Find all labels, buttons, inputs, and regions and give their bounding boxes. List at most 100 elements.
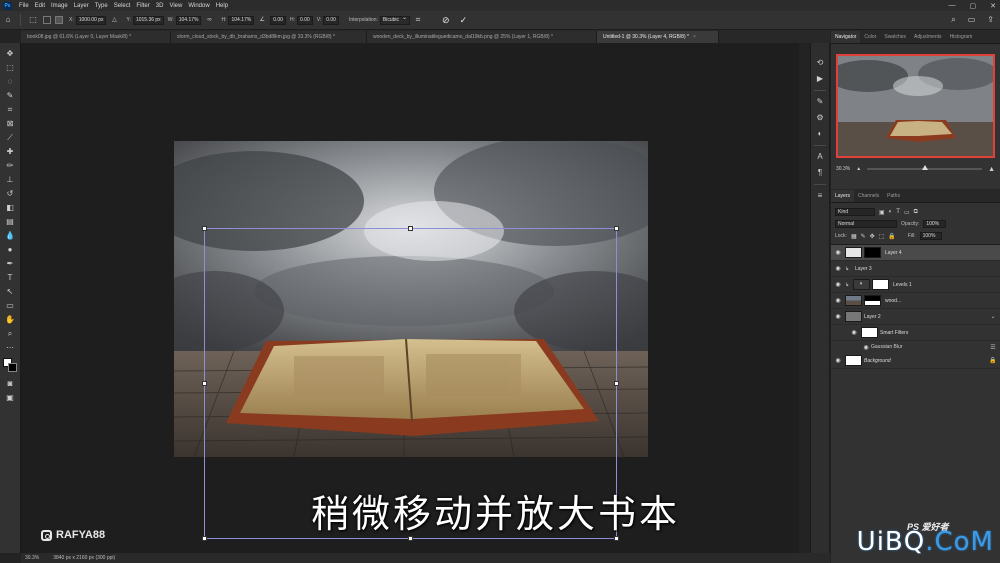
tab-paths[interactable]: Paths — [883, 190, 904, 202]
gradient-tool-icon[interactable]: ▤ — [5, 216, 16, 227]
tab-layers[interactable]: Layers — [831, 190, 855, 202]
reference-point-grid[interactable] — [55, 16, 63, 24]
menu-edit[interactable]: Edit — [32, 3, 48, 9]
layer-name[interactable]: Levels 1 — [893, 282, 1000, 288]
filter-mask-thumbnail[interactable] — [861, 327, 878, 338]
layer-filter-select[interactable]: Kind — [835, 208, 875, 216]
menu-window[interactable]: Window — [185, 3, 212, 9]
menu-image[interactable]: Image — [48, 3, 71, 9]
layer-row-background[interactable]: ◉ Background 🔒 — [831, 353, 1000, 369]
menu-view[interactable]: View — [166, 3, 185, 9]
frame-tool-icon[interactable]: ⊠ — [5, 118, 16, 129]
path-select-tool-icon[interactable]: ↖ — [5, 286, 16, 297]
color-swatches[interactable] — [3, 358, 17, 372]
layer-name[interactable]: Layer 3 — [855, 266, 1000, 272]
filter-type-icon[interactable]: T — [896, 209, 900, 216]
home-icon[interactable]: ⌂ — [3, 15, 13, 25]
filter-adjustment-icon[interactable]: ◐ — [889, 209, 893, 216]
opacity-field[interactable]: 100% — [923, 220, 947, 228]
warp-icon[interactable]: ⌗ — [413, 15, 423, 25]
tab-book08[interactable]: book08.jpg @ 61.6% (Layer 0, Layer Mask/… — [21, 31, 171, 43]
minimize-button[interactable]: — — [949, 2, 956, 9]
menu-layer[interactable]: Layer — [71, 3, 92, 9]
width-field[interactable]: 104.17% — [175, 15, 202, 25]
x-field[interactable]: 1000.00 px — [75, 15, 107, 25]
layer-name[interactable]: Background — [864, 358, 986, 364]
commit-transform-icon[interactable]: ✓ — [460, 15, 468, 26]
y-field[interactable]: 1015.36 px — [132, 15, 164, 25]
marquee-tool-icon[interactable]: ⬚ — [5, 62, 16, 73]
visibility-eye-icon[interactable]: ◉ — [861, 344, 871, 351]
adjustments-icon[interactable]: ◐ — [815, 129, 825, 139]
background-color[interactable] — [8, 363, 17, 372]
visibility-eye-icon[interactable]: ◉ — [847, 329, 861, 336]
zoom-tool-icon[interactable]: ⌕ — [5, 328, 16, 339]
height-field[interactable]: 104.17% — [228, 15, 255, 25]
interpolation-select[interactable]: Bicubic — [379, 15, 411, 25]
layer-mask-thumbnail[interactable] — [864, 295, 881, 306]
lock-image-icon[interactable]: ✎ — [861, 233, 866, 240]
tab-color[interactable]: Color — [860, 31, 880, 43]
workspace-icon[interactable]: ▭ — [968, 15, 976, 25]
layer-row-smart-filters[interactable]: ◉ Smart Filters — [831, 325, 1000, 341]
visibility-eye-icon[interactable]: ◉ — [831, 357, 845, 364]
layer-row-layer-4[interactable]: ◉ Layer 4 — [831, 245, 1000, 261]
lock-artboard-icon[interactable]: ⬚ — [879, 233, 885, 240]
eyedropper-tool-icon[interactable]: ⟋ — [5, 132, 16, 143]
tab-storm-cloud[interactable]: storm_cloud_stock_by_db_brahams_d3bd8lkm… — [171, 31, 367, 43]
quick-mask-icon[interactable]: ◙ — [5, 378, 16, 389]
visibility-eye-icon[interactable]: ◉ — [831, 313, 845, 320]
reference-point-toggle[interactable] — [43, 16, 51, 24]
search-icon[interactable]: ⌕ — [951, 15, 955, 25]
visibility-eye-icon[interactable]: ◉ — [831, 265, 845, 272]
brush-settings-icon[interactable]: ✎ — [815, 97, 825, 107]
hskew-field[interactable]: 0.00 — [296, 15, 313, 25]
filter-name[interactable]: Gaussian Blur — [871, 344, 986, 350]
zoom-level[interactable]: 30.3% — [25, 553, 39, 563]
tab-untitled-1[interactable]: Untitled-1 @ 30.3% (Layer 4, RGB/8) * × — [597, 31, 719, 43]
transform-handle-bl[interactable] — [202, 536, 207, 541]
layer-options-icon[interactable]: ⌄ — [986, 313, 1000, 320]
zoom-out-icon[interactable]: ▲ — [856, 166, 861, 172]
transform-handle-tc[interactable] — [408, 226, 413, 231]
tab-histogram[interactable]: Histogram — [946, 31, 977, 43]
hand-tool-icon[interactable]: ✋ — [5, 314, 16, 325]
navigator-zoom-value[interactable]: 30.3% — [836, 166, 850, 172]
transform-handle-tl[interactable] — [202, 226, 207, 231]
pen-tool-icon[interactable]: ✒ — [5, 258, 16, 269]
healing-brush-tool-icon[interactable]: ✚ — [5, 146, 16, 157]
navigator-preview[interactable] — [836, 54, 995, 158]
tab-wooden-deck[interactable]: wooden_deck_by_illuminatileguedicamo_dal… — [367, 31, 597, 43]
tab-adjustments[interactable]: Adjustments — [910, 31, 946, 43]
tab-swatches[interactable]: Swatches — [880, 31, 910, 43]
canvas-area[interactable]: 稍微移动并放大书本 RAFYA88 — [21, 43, 799, 553]
share-icon[interactable]: ⇪ — [987, 15, 994, 25]
lock-icon[interactable]: 🔒 — [986, 357, 1000, 364]
paragraph-icon[interactable]: ¶ — [815, 168, 825, 178]
layer-row-layer-2[interactable]: ◉ Layer 2 ⌄ — [831, 309, 1000, 325]
tab-channels[interactable]: Channels — [854, 190, 883, 202]
menu-type[interactable]: Type — [92, 3, 111, 9]
menu-3d[interactable]: 3D — [153, 3, 167, 9]
link-icon[interactable]: ∞ — [204, 15, 214, 25]
fill-field[interactable]: 100% — [919, 232, 943, 240]
layer-row-levels-1[interactable]: ◉ ↳ ◐ Levels 1 — [831, 277, 1000, 293]
close-button[interactable]: ✕ — [990, 2, 996, 10]
zoom-slider-knob[interactable] — [922, 165, 929, 170]
screen-mode-icon[interactable]: ▣ — [5, 392, 16, 403]
character-icon[interactable]: A — [815, 152, 825, 162]
cancel-transform-icon[interactable]: ⊘ — [442, 15, 450, 26]
move-tool-icon[interactable]: ✥ — [5, 48, 16, 59]
brush-tool-icon[interactable]: ✏ — [5, 160, 16, 171]
quick-select-tool-icon[interactable]: ✎ — [5, 90, 16, 101]
type-tool-icon[interactable]: T — [5, 272, 16, 283]
transform-handle-ml[interactable] — [202, 381, 207, 386]
vskew-field[interactable]: 0.00 — [323, 15, 339, 25]
layer-row-wood[interactable]: ◉ wood... — [831, 293, 1000, 309]
menu-help[interactable]: Help — [213, 3, 231, 9]
clone-stamp-tool-icon[interactable]: ⊥ — [5, 174, 16, 185]
more-tools-icon[interactable]: ⋯ — [5, 342, 16, 353]
filter-smart-icon[interactable]: ⧉ — [914, 209, 918, 216]
maximize-button[interactable]: ▢ — [970, 2, 977, 10]
properties-icon[interactable]: ⚙ — [815, 113, 825, 123]
